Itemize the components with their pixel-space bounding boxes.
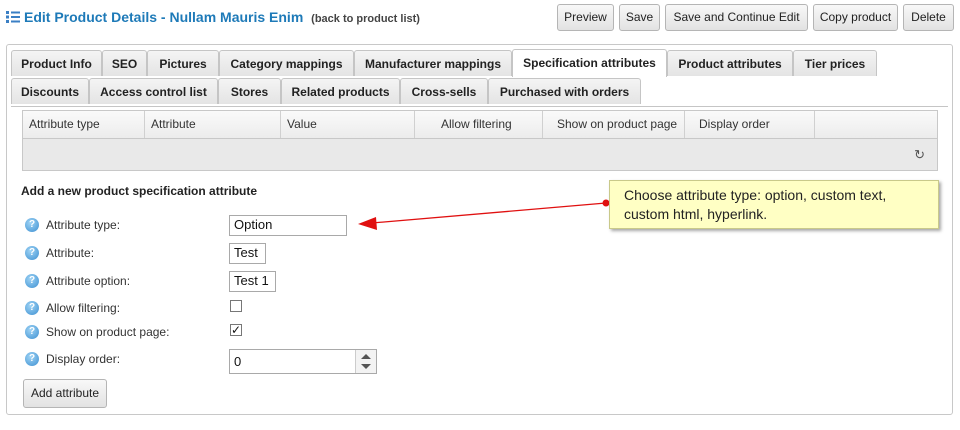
save-continue-button[interactable]: Save and Continue Edit xyxy=(665,4,808,31)
display-order-input[interactable]: 0 xyxy=(229,349,377,374)
spinner-down-icon[interactable] xyxy=(361,364,371,369)
tab-tier-prices[interactable]: Tier prices xyxy=(793,50,877,76)
row-display-order: ? Display order: 0 xyxy=(25,349,425,374)
allow-filtering-checkbox[interactable] xyxy=(230,300,242,312)
preview-button[interactable]: Preview xyxy=(557,4,614,31)
save-button[interactable]: Save xyxy=(619,4,660,31)
column-display-order[interactable]: Display order xyxy=(685,111,815,138)
tab-specification-attributes[interactable]: Specification attributes xyxy=(512,49,667,77)
specification-attributes-grid: Attribute type Attribute Value Allow fil… xyxy=(22,110,938,171)
column-show-on-product-page[interactable]: Show on product page xyxy=(543,111,685,138)
row-attribute-option: ? Attribute option: Test 1 xyxy=(25,271,425,293)
help-icon[interactable]: ? xyxy=(25,218,39,232)
tab-category-mappings[interactable]: Category mappings xyxy=(219,50,354,76)
label-attribute-option: Attribute option: xyxy=(46,274,131,288)
grid-pager: ↻ xyxy=(23,139,937,170)
tab-related-products[interactable]: Related products xyxy=(281,78,400,104)
label-attribute-type: Attribute type: xyxy=(46,218,121,232)
add-attribute-button[interactable]: Add attribute xyxy=(23,379,107,408)
tab-stores[interactable]: Stores xyxy=(218,78,281,104)
row-attribute-type: ? Attribute type: Option xyxy=(25,215,425,237)
section-title: Add a new product specification attribut… xyxy=(21,184,258,198)
column-value[interactable]: Value xyxy=(281,111,415,138)
back-to-product-list-link[interactable]: (back to product list) xyxy=(311,13,420,25)
label-show-on-product-page: Show on product page: xyxy=(46,325,170,339)
tab-panel: Product Info SEO Pictures Category mappi… xyxy=(6,44,953,415)
grid-header: Attribute type Attribute Value Allow fil… xyxy=(23,111,937,139)
label-attribute: Attribute: xyxy=(46,246,95,260)
help-icon[interactable]: ? xyxy=(25,301,39,315)
attribute-option-select[interactable]: Test 1 xyxy=(229,271,276,292)
tab-product-info[interactable]: Product Info xyxy=(11,50,102,76)
display-order-spinner[interactable] xyxy=(355,350,376,373)
tab-product-attributes[interactable]: Product attributes xyxy=(667,50,793,76)
column-attribute-type[interactable]: Attribute type xyxy=(23,111,145,138)
row-attribute: ? Attribute: Test xyxy=(25,243,425,265)
tab-purchased-with-orders[interactable]: Purchased with orders xyxy=(488,78,641,104)
help-icon[interactable]: ? xyxy=(25,325,39,339)
row-allow-filtering: ? Allow filtering: xyxy=(25,298,425,320)
tab-access-control-list[interactable]: Access control list xyxy=(89,78,218,104)
help-icon[interactable]: ? xyxy=(25,274,39,288)
help-icon[interactable]: ? xyxy=(25,246,39,260)
copy-product-button[interactable]: Copy product xyxy=(813,4,898,31)
attribute-select[interactable]: Test xyxy=(229,243,266,264)
tab-discounts[interactable]: Discounts xyxy=(11,78,89,104)
spinner-up-icon[interactable] xyxy=(361,354,371,359)
tab-cross-sells[interactable]: Cross-sells xyxy=(400,78,488,104)
help-icon[interactable]: ? xyxy=(25,352,39,366)
tab-divider xyxy=(11,106,948,107)
page-title-text: Edit Product Details - Nullam Mauris Eni… xyxy=(24,9,304,25)
refresh-icon[interactable]: ↻ xyxy=(914,147,925,163)
column-attribute[interactable]: Attribute xyxy=(145,111,281,138)
column-allow-filtering[interactable]: Allow filtering xyxy=(415,111,543,138)
page-title: Edit Product Details - Nullam Mauris Eni… xyxy=(24,9,420,25)
tab-manufacturer-mappings[interactable]: Manufacturer mappings xyxy=(354,50,512,76)
tab-strip: Product Info SEO Pictures Category mappi… xyxy=(11,49,948,106)
edit-list-icon xyxy=(6,11,20,23)
tab-pictures[interactable]: Pictures xyxy=(147,50,219,76)
label-display-order: Display order: xyxy=(46,352,121,366)
callout-note: Choose attribute type: option, custom te… xyxy=(609,180,939,229)
delete-button[interactable]: Delete xyxy=(903,4,954,31)
row-show-on-product-page: ? Show on product page: ✓ xyxy=(25,322,425,344)
tab-seo[interactable]: SEO xyxy=(102,50,147,76)
display-order-value: 0 xyxy=(234,354,242,369)
page-header: Edit Product Details - Nullam Mauris Eni… xyxy=(0,0,960,40)
attribute-type-select[interactable]: Option xyxy=(229,215,347,236)
show-on-product-page-checkbox[interactable]: ✓ xyxy=(230,324,242,336)
label-allow-filtering: Allow filtering: xyxy=(46,301,121,315)
